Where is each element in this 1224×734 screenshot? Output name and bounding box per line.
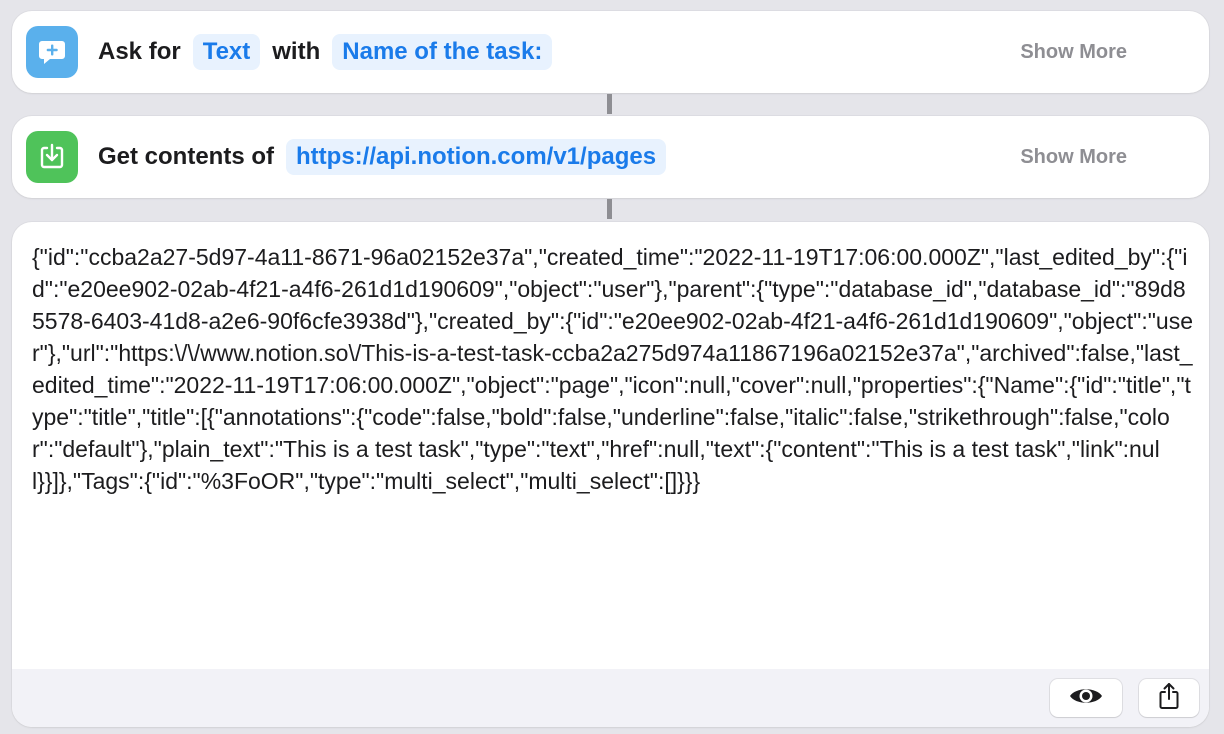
share-icon <box>1157 682 1181 715</box>
get-contents-label: Get contents of <box>98 143 275 170</box>
show-more-button[interactable]: Show More <box>1020 41 1127 64</box>
result-output-card: {"id":"ccba2a27-5d97-4a11-8671-96a02152e… <box>12 222 1209 727</box>
result-json-text[interactable]: {"id":"ccba2a27-5d97-4a11-8671-96a02152e… <box>32 241 1197 497</box>
download-tray-icon <box>26 131 78 183</box>
show-more-button[interactable]: Show More <box>1020 146 1127 169</box>
action-connector <box>607 199 612 219</box>
eye-icon <box>1068 685 1104 712</box>
get-contents-of-url-action[interactable]: Get contents of https://api.notion.com/v… <box>12 116 1209 198</box>
share-button[interactable] <box>1139 679 1199 717</box>
ask-for-input-action[interactable]: Ask for Text with Name of the task: Show… <box>12 11 1209 93</box>
with-label: with <box>272 38 321 65</box>
result-footer-bar <box>12 669 1209 727</box>
prompt-token[interactable]: Name of the task: <box>332 34 553 70</box>
url-token[interactable]: https://api.notion.com/v1/pages <box>286 139 667 175</box>
action-connector <box>607 94 612 114</box>
input-type-token[interactable]: Text <box>192 34 261 70</box>
speech-bubble-plus-icon <box>26 26 78 78</box>
ask-for-label: Ask for <box>98 38 181 65</box>
quick-look-button[interactable] <box>1050 679 1122 717</box>
